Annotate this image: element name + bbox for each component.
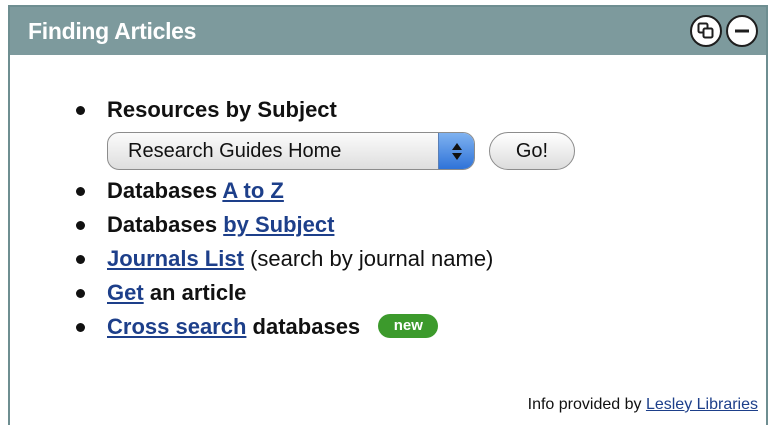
databases-a-to-z-link[interactable]: A to Z (222, 178, 284, 203)
widget-header: Finding Articles (10, 7, 766, 55)
journals-list-link[interactable]: Journals List (107, 246, 244, 271)
list-item-journals: Journals List (search by journal name) (76, 242, 766, 276)
subject-select-value: Research Guides Home (128, 140, 342, 162)
footer-prefix: Info provided by (527, 396, 642, 413)
lesley-libraries-link[interactable]: Lesley Libraries (646, 396, 758, 413)
journals-note: (search by journal name) (250, 246, 494, 271)
new-badge: new (378, 314, 439, 339)
resources-label: Resources by Subject (107, 97, 337, 122)
footer-credit: Info provided by Lesley Libraries (528, 396, 758, 414)
list-item-databases-a-z: Databases A to Z (76, 174, 766, 208)
databases-prefix: Databases (107, 178, 218, 203)
subject-select-row: Research Guides Home Go! (107, 132, 766, 170)
cross-search-suffix: databases (252, 314, 361, 339)
get-suffix: an article (149, 280, 247, 305)
widget-title: Finding Articles (28, 17, 197, 44)
list-item-cross-search: Cross search databases new (76, 310, 766, 344)
list-item-get-article: Get an article (76, 276, 766, 310)
get-link[interactable]: Get (107, 280, 144, 305)
select-arrows-icon (438, 133, 474, 169)
widget-content: Resources by Subject Research Guides Hom… (10, 55, 766, 427)
cross-search-link[interactable]: Cross search (107, 314, 246, 339)
list-item-databases-subject: Databases by Subject (76, 208, 766, 242)
minus-icon[interactable] (726, 15, 758, 47)
resource-list: Resources by Subject Research Guides Hom… (76, 93, 766, 344)
header-controls (690, 15, 758, 47)
copy-icon[interactable] (690, 15, 722, 47)
list-item-resources: Resources by Subject Research Guides Hom… (76, 93, 766, 170)
finding-articles-widget: Finding Articles Resources by Subject Re… (8, 5, 768, 425)
databases-by-subject-link[interactable]: by Subject (223, 212, 334, 237)
databases-prefix-2: Databases (107, 212, 218, 237)
subject-select[interactable]: Research Guides Home (107, 132, 475, 170)
go-button[interactable]: Go! (489, 132, 575, 170)
